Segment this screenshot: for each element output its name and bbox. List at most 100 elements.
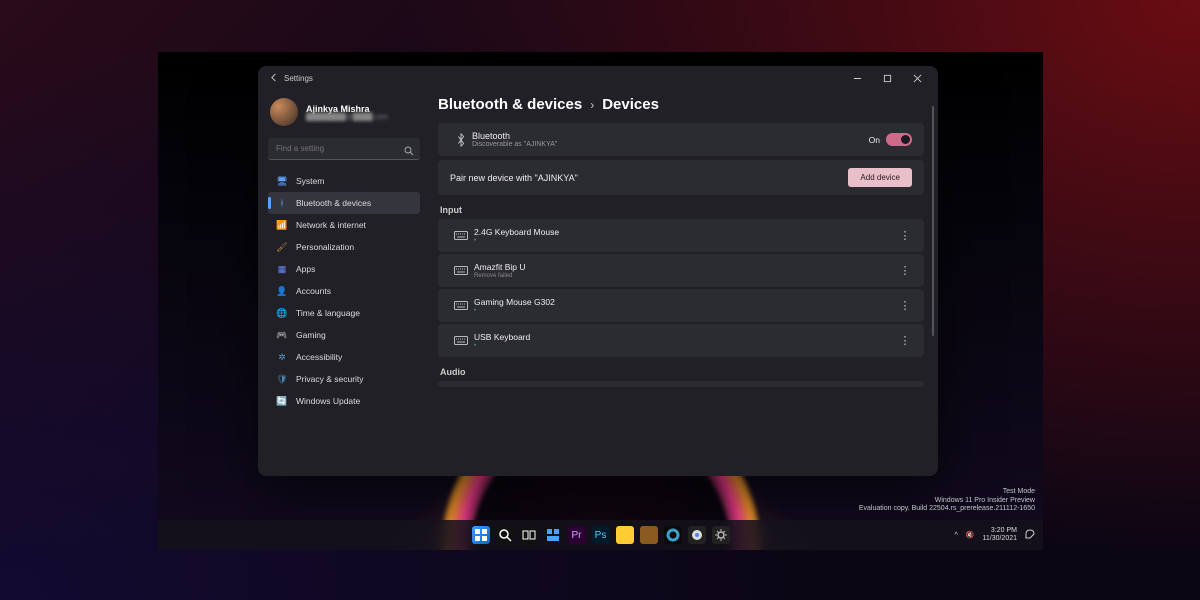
chrome-icon[interactable] <box>688 526 706 544</box>
close-button[interactable] <box>902 66 932 90</box>
bluetooth-state-label: On <box>869 135 880 145</box>
task-view-icon[interactable] <box>520 526 538 544</box>
sidebar-item-label: Accounts <box>296 286 331 296</box>
update-icon: 🔄 <box>276 395 288 407</box>
more-button[interactable]: ⋮ <box>896 229 914 242</box>
minimize-button[interactable] <box>842 66 872 90</box>
device-row[interactable]: 2.4G Keyboard Mouse•⋮ <box>438 219 924 252</box>
watermark: Test Mode Windows 11 Pro Insider Preview… <box>859 488 1035 514</box>
window-title: Settings <box>284 74 313 83</box>
search-icon <box>404 143 414 161</box>
photoshop-icon[interactable]: Ps <box>592 526 610 544</box>
bluetooth-icon <box>450 133 472 147</box>
grid-icon: ▦ <box>276 263 288 275</box>
breadcrumb-parent[interactable]: Bluetooth & devices <box>438 96 582 113</box>
sidebar-item-bluetooth-devices[interactable]: ᚼ Bluetooth & devices <box>268 192 420 214</box>
sidebar-item-label: Time & language <box>296 308 360 318</box>
game-icon: 🎮 <box>276 329 288 341</box>
explorer-icon[interactable] <box>616 526 634 544</box>
section-audio: Audio <box>440 367 924 377</box>
volume-muted-icon[interactable]: 🔇 <box>966 531 975 539</box>
device-name: USB Keyboard <box>474 332 896 342</box>
search-input[interactable] <box>268 138 420 160</box>
device-status: • <box>474 238 896 244</box>
scrollbar[interactable] <box>932 106 934 336</box>
settings-taskbar-icon[interactable] <box>712 526 730 544</box>
device-status: • <box>474 343 896 349</box>
content-pane: Bluetooth & devices › Devices Bluetooth … <box>428 90 938 476</box>
device-row[interactable]: Amazfit Bip URemove failed⋮ <box>438 254 924 287</box>
profile[interactable]: Ajinkya Mishra ████████@████.com <box>268 94 420 134</box>
device-row[interactable]: USB Keyboard•⋮ <box>438 324 924 357</box>
sidebar-item-network-internet[interactable]: 📶Network & internet <box>268 214 420 236</box>
monitor-icon: 🖥 <box>276 175 288 187</box>
premiere-icon[interactable]: Pr <box>568 526 586 544</box>
sidebar-item-system[interactable]: 🖥 System <box>268 170 420 192</box>
keyboard-icon <box>448 266 474 275</box>
watermark-line: Test Mode <box>859 488 1035 497</box>
watermark-line: Evaluation copy. Build 22504.rs_prerelea… <box>859 505 1035 514</box>
titlebar: Settings <box>258 66 938 90</box>
sidebar-item-accessibility[interactable]: ✲ Accessibility <box>268 346 420 368</box>
brush-icon: 🖌 <box>276 241 288 253</box>
section-input: Input <box>440 205 924 215</box>
device-name: 2.4G Keyboard Mouse <box>474 227 896 237</box>
maximize-button[interactable] <box>872 66 902 90</box>
breadcrumb-current: Devices <box>602 96 659 113</box>
folder-icon[interactable] <box>640 526 658 544</box>
avatar <box>270 98 298 126</box>
sidebar-item-label: System <box>296 176 324 186</box>
device-row[interactable]: Gaming Mouse G302•⋮ <box>438 289 924 322</box>
taskbar: Pr Ps ^ 🔇 3:20 PM 11/30/2021 <box>158 520 1043 550</box>
pair-card: Pair new device with "AJINKYA" Add devic… <box>438 160 924 195</box>
pair-text: Pair new device with "AJINKYA" <box>450 173 848 183</box>
sidebar-item-gaming[interactable]: 🎮Gaming <box>268 324 420 346</box>
globe-icon: 🌐 <box>276 307 288 319</box>
bluetooth-title: Bluetooth <box>472 131 869 141</box>
taskbar-search-icon[interactable] <box>496 526 514 544</box>
sidebar-item-label: Apps <box>296 264 315 274</box>
sidebar-item-personalization[interactable]: 🖌 Personalization <box>268 236 420 258</box>
tray-caret-icon[interactable]: ^ <box>954 532 957 539</box>
profile-email: ████████@████.com <box>306 114 388 121</box>
more-button[interactable]: ⋮ <box>896 299 914 312</box>
accessibility-icon: ✲ <box>276 351 288 363</box>
sidebar: Ajinkya Mishra ████████@████.com 🖥 System… <box>258 90 428 476</box>
sidebar-item-label: Privacy & security <box>296 374 364 384</box>
bluetooth-icon: ᚼ <box>276 197 288 209</box>
chevron-right-icon: › <box>590 98 594 112</box>
sidebar-item-accounts[interactable]: 👤 Accounts <box>268 280 420 302</box>
clock[interactable]: 3:20 PM 11/30/2021 <box>982 527 1017 542</box>
shield-icon: 🛡 <box>276 373 288 385</box>
edge-icon[interactable] <box>664 526 682 544</box>
sidebar-item-windows-update[interactable]: 🔄 Windows Update <box>268 390 420 412</box>
sidebar-item-label: Network & internet <box>296 220 366 230</box>
clock-date: 11/30/2021 <box>982 535 1017 543</box>
taskbar-center: Pr Ps <box>472 526 730 544</box>
more-button[interactable]: ⋮ <box>896 334 914 347</box>
sidebar-item-label: Bluetooth & devices <box>296 198 371 208</box>
sidebar-item-time-language[interactable]: 🌐 Time & language <box>268 302 420 324</box>
search-box[interactable] <box>268 138 420 160</box>
more-button[interactable]: ⋮ <box>896 264 914 277</box>
desktop: Settings Ajinkya Mishra ████████@████.co… <box>158 52 1043 550</box>
sidebar-item-apps[interactable]: ▦ Apps <box>268 258 420 280</box>
notification-icon[interactable] <box>1025 529 1035 541</box>
sidebar-item-label: Personalization <box>296 242 354 252</box>
sidebar-item-privacy-security[interactable]: 🛡 Privacy & security <box>268 368 420 390</box>
breadcrumb: Bluetooth & devices › Devices <box>438 96 924 113</box>
bluetooth-toggle[interactable] <box>886 133 912 146</box>
widgets-icon[interactable] <box>544 526 562 544</box>
back-button[interactable] <box>264 73 284 84</box>
keyboard-icon <box>448 231 474 240</box>
profile-name: Ajinkya Mishra <box>306 104 388 114</box>
sidebar-item-label: Windows Update <box>296 396 360 406</box>
taskbar-tray[interactable]: ^ 🔇 3:20 PM 11/30/2021 <box>954 527 1035 542</box>
start-button[interactable] <box>472 526 490 544</box>
add-device-button[interactable]: Add device <box>848 168 912 187</box>
watermark-line: Windows 11 Pro Insider Preview <box>859 497 1035 506</box>
device-status: Remove failed <box>474 273 896 279</box>
device-name: Amazfit Bip U <box>474 262 896 272</box>
sidebar-item-label: Accessibility <box>296 352 342 362</box>
person-icon: 👤 <box>276 285 288 297</box>
